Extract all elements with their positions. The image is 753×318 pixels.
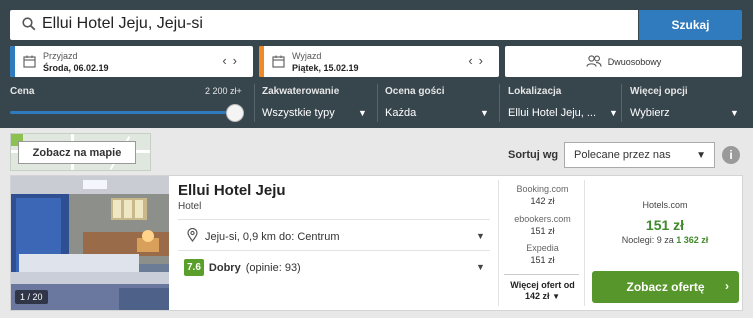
calendar-icon	[23, 55, 36, 73]
stay-nights: Noclegi: 9 za	[621, 235, 674, 245]
offer-site: Booking.com	[516, 184, 569, 194]
price-slider-handle[interactable]	[226, 104, 244, 122]
search-query: Ellui Hotel Jeju, Jeju-si	[42, 15, 203, 32]
location-filter-label: Lokalizacja	[508, 86, 562, 97]
divider	[584, 180, 585, 306]
divider	[499, 84, 500, 122]
chevron-right-icon[interactable]: ›	[479, 53, 489, 68]
price-max-label: 2 200 zł+	[205, 86, 242, 96]
location-row[interactable]: Jeju-si, 0,9 km do: Centrum	[187, 227, 340, 245]
search-input[interactable]: Ellui Hotel Jeju, Jeju-si	[10, 10, 638, 40]
chevron-down-icon: ▼	[358, 108, 367, 118]
location-filter[interactable]: Lokalizacja Ellui Hotel Jeju, ... ▼	[508, 86, 618, 119]
offer-expedia[interactable]: Expedia 151 zł	[500, 243, 585, 265]
rating-score-badge: 7.6	[184, 259, 204, 276]
chevron-right-icon: ›	[725, 279, 729, 293]
rating-row[interactable]: 7.6 Dobry (opinie: 93)	[184, 259, 301, 276]
chevron-down-icon[interactable]: ▼	[476, 231, 485, 241]
chevron-down-icon: ▼	[480, 108, 489, 118]
hotel-result-card: 1 / 20 Ellui Hotel Jeju Hotel Jeju-si, 0…	[10, 175, 743, 311]
location-filter-value: Ellui Hotel Jeju, ...	[508, 107, 597, 119]
location-pin-icon	[187, 227, 198, 245]
divider	[254, 84, 255, 122]
checkout-value: Piątek, 15.02.19	[292, 63, 359, 73]
accommodation-filter[interactable]: Zakwaterowanie Wszystkie typy ▼	[262, 86, 367, 119]
calendar-icon	[272, 55, 285, 73]
room-type-label: Dwuosobowy	[607, 56, 662, 67]
search-icon	[22, 17, 36, 36]
photo-counter: 1 / 20	[15, 290, 48, 304]
view-deal-label: Zobacz ofertę	[626, 280, 705, 294]
chevron-down-icon: ▼	[730, 108, 739, 118]
divider	[498, 180, 499, 306]
accommodation-filter-label: Zakwaterowanie	[262, 86, 340, 97]
view-deal-button[interactable]: Zobacz ofertę ›	[592, 271, 739, 303]
best-offer-price: 151 zł	[645, 217, 685, 233]
more-options-value: Wybierz	[630, 107, 670, 119]
rating-word: Dobry	[208, 261, 241, 274]
divider	[178, 250, 490, 251]
rating-filter-label: Ocena gości	[385, 86, 445, 97]
more-options-filter[interactable]: Więcej opcji Wybierz ▼	[630, 86, 739, 119]
checkout-label: Wyjazd	[292, 51, 322, 61]
divider	[178, 219, 490, 220]
sort-label: Sortuj wg	[508, 149, 559, 161]
people-icon	[586, 54, 602, 69]
checkin-date-field[interactable]: Przyjazd Środa, 06.02.19 ‹›	[10, 46, 253, 77]
chevron-down-icon[interactable]: ▼	[476, 262, 485, 272]
checkin-label: Przyjazd	[43, 51, 78, 61]
price-filter-label: Cena	[10, 86, 35, 97]
chevron-down-icon: ▼	[609, 108, 618, 118]
rating-count: (opinie: 93)	[245, 261, 301, 274]
chevron-down-icon: ▼	[552, 292, 560, 301]
hotel-type: Hotel	[178, 201, 202, 212]
search-button[interactable]: Szukaj	[639, 10, 742, 40]
checkout-stepper[interactable]: ‹›	[468, 53, 489, 68]
more-offers-label: Więcej ofert od	[510, 280, 575, 290]
show-map-button[interactable]: Zobacz na mapie	[18, 141, 136, 164]
sort-value: Polecane przez nas	[574, 149, 671, 161]
divider	[621, 84, 622, 122]
checkout-accent	[259, 46, 264, 77]
info-icon[interactable]: i	[722, 146, 740, 164]
offer-booking[interactable]: Booking.com 142 zł	[500, 184, 585, 206]
hotel-name[interactable]: Ellui Hotel Jeju	[178, 182, 286, 199]
rating-filter-value: Każda	[385, 107, 417, 119]
offer-site: ebookers.com	[514, 214, 571, 224]
chevron-left-icon[interactable]: ‹	[222, 53, 232, 68]
price-filter: Cena	[10, 86, 34, 97]
more-options-label: Więcej opcji	[630, 86, 688, 97]
sort-select[interactable]: Polecane przez nas ▼	[564, 142, 715, 168]
location-text: Jeju-si, 0,9 km do: Centrum	[205, 230, 340, 243]
checkin-value: Środa, 06.02.19	[43, 63, 109, 73]
price-max: 2 200 zł+	[205, 86, 242, 96]
best-offer-site: Hotels.com	[642, 200, 688, 210]
offer-price: 151 zł	[530, 226, 555, 236]
stay-total-note: Noclegi: 9 za 1 362 zł	[586, 235, 744, 245]
checkin-stepper[interactable]: ‹›	[222, 53, 243, 68]
hotel-photo[interactable]: 1 / 20	[11, 176, 169, 310]
more-offers-price: 142 zł	[525, 291, 550, 301]
room-type-selector[interactable]: Dwuosobowy	[505, 46, 742, 77]
divider	[377, 84, 378, 122]
chevron-left-icon[interactable]: ‹	[468, 53, 478, 68]
offer-price: 142 zł	[530, 196, 555, 206]
divider	[504, 274, 579, 275]
offer-ebookers[interactable]: ebookers.com 151 zł	[500, 214, 585, 236]
offer-price: 151 zł	[530, 255, 555, 265]
rating-filter[interactable]: Ocena gości Każda ▼	[385, 86, 489, 119]
chevron-right-icon[interactable]: ›	[233, 53, 243, 68]
checkin-accent	[10, 46, 15, 77]
more-offers-price-row: 142 zł ▼	[500, 291, 585, 302]
offer-site: Expedia	[526, 243, 559, 253]
search-panel: Ellui Hotel Jeju, Jeju-si Szukaj Przyjaz…	[0, 0, 753, 128]
price-slider-track[interactable]	[10, 111, 232, 114]
stay-total: 1 362 zł	[676, 235, 709, 245]
accommodation-filter-value: Wszystkie typy	[262, 107, 335, 119]
chevron-down-icon: ▼	[696, 150, 706, 161]
checkout-date-field[interactable]: Wyjazd Piątek, 15.02.19 ‹›	[259, 46, 499, 77]
more-offers-button[interactable]: Więcej ofert od 142 zł ▼	[500, 280, 585, 302]
